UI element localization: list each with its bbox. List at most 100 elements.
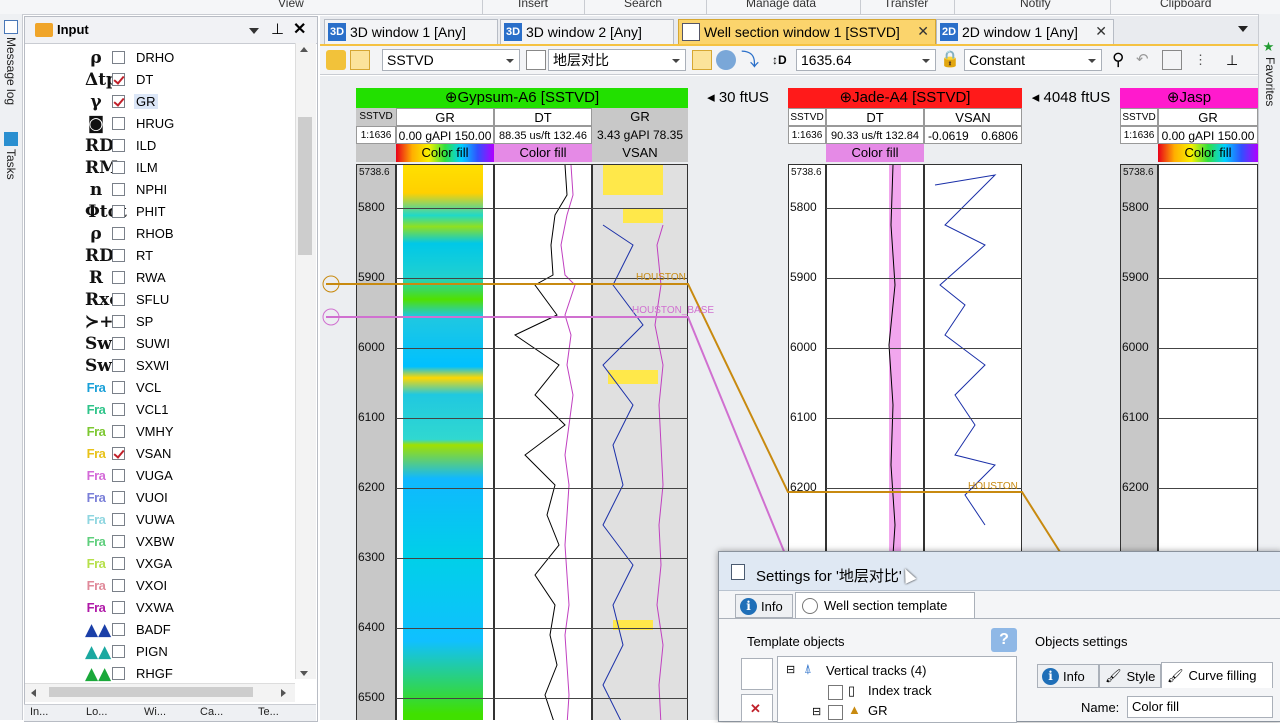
add-object-button[interactable]	[741, 658, 773, 690]
gear-icon[interactable]	[716, 50, 736, 70]
tab-2d-window-1[interactable]: 2D 2D window 1 [Any] ✕	[936, 19, 1114, 44]
tree-item-vmhy[interactable]: Fra VMHY	[25, 421, 295, 443]
tree-item-rt[interactable]: RD RT	[25, 245, 295, 267]
template-icon[interactable]	[526, 50, 546, 70]
visibility-checkbox[interactable]	[112, 315, 125, 328]
visibility-checkbox[interactable]	[112, 491, 125, 504]
visibility-checkbox[interactable]	[112, 359, 125, 372]
close-icon[interactable]: ✕	[1095, 23, 1107, 40]
scroll-down-icon[interactable]	[300, 671, 308, 676]
visibility-checkbox[interactable]	[112, 513, 125, 526]
dialog-title-bar[interactable]: Settings for '地层对比'	[719, 552, 1280, 591]
tree-item-gr[interactable]: GR	[868, 703, 888, 718]
visibility-checkbox[interactable]	[112, 645, 125, 658]
tasks-tab[interactable]: Tasks	[1, 132, 21, 180]
visibility-checkbox[interactable]	[112, 469, 125, 482]
scroll-left-icon[interactable]	[31, 689, 36, 697]
visibility-checkbox[interactable]	[112, 557, 125, 570]
more-options-icon[interactable]: ⋮	[1194, 50, 1214, 70]
visibility-checkbox[interactable]	[112, 161, 125, 174]
tree-item-ilm[interactable]: RM ILM	[25, 157, 295, 179]
tree-item-vuwa[interactable]: Fra VUWA	[25, 509, 295, 531]
index-track-checkbox[interactable]	[828, 685, 843, 700]
tree-item-rhgf[interactable]: ▲▲ RHGF	[25, 663, 295, 683]
tab-list-dropdown-icon[interactable]	[1238, 26, 1248, 32]
flatten-icon[interactable]: ⤵	[740, 50, 760, 70]
visibility-checkbox[interactable]	[112, 403, 125, 416]
tree-item-vsan[interactable]: Fra VSAN	[25, 443, 295, 465]
settings-tab-style[interactable]: 🖌 Style	[1099, 664, 1161, 688]
tab-3d-window-2[interactable]: 3D 3D window 2 [Any]	[500, 19, 674, 44]
pin-icon[interactable]: ⊥	[271, 20, 284, 38]
tree-item-rwa[interactable]: R RWA	[25, 267, 295, 289]
tree-item-vuga[interactable]: Fra VUGA	[25, 465, 295, 487]
bottom-tab-cases[interactable]: Ca...	[200, 706, 223, 718]
tree-item-vcl1[interactable]: Fra VCL1	[25, 399, 295, 421]
tree-item-suwi[interactable]: Sw SUWI	[25, 333, 295, 355]
depth-combo[interactable]: 1635.64	[796, 49, 936, 71]
visibility-checkbox[interactable]	[112, 667, 125, 680]
bottom-tab-log[interactable]: Lo...	[86, 706, 107, 718]
visibility-checkbox[interactable]	[112, 623, 125, 636]
tree-item-vxoi[interactable]: Fra VXOI	[25, 575, 295, 597]
visibility-checkbox[interactable]	[112, 95, 125, 108]
visibility-checkbox[interactable]	[112, 205, 125, 218]
visibility-checkbox[interactable]	[112, 73, 125, 86]
delete-object-button[interactable]: ✕	[741, 694, 773, 722]
visibility-checkbox[interactable]	[112, 447, 125, 460]
tree-item-drho[interactable]: ρ DRHO	[25, 47, 295, 69]
tree-item-sp[interactable]: ≻+ SP	[25, 311, 295, 333]
visibility-checkbox[interactable]	[112, 117, 125, 130]
panel-dropdown-icon[interactable]	[249, 28, 259, 34]
tree-item-vxbw[interactable]: Fra VXBW	[25, 531, 295, 553]
settings-tab-curve-filling[interactable]: 🖌 Curve filling	[1161, 662, 1273, 688]
close-icon[interactable]: ✕	[293, 19, 306, 39]
pan-hand-icon[interactable]	[326, 50, 346, 70]
print-icon[interactable]	[1162, 50, 1182, 70]
visibility-checkbox[interactable]	[112, 293, 125, 306]
visibility-checkbox[interactable]	[112, 579, 125, 592]
tree-item-sxwi[interactable]: Sw SXWI	[25, 355, 295, 377]
visibility-checkbox[interactable]	[112, 51, 125, 64]
tree-item-vxwa[interactable]: Fra VXWA	[25, 597, 295, 619]
settings-tab-info[interactable]: i Info	[1037, 664, 1099, 688]
scroll-up-icon[interactable]	[300, 47, 308, 52]
gr-checkbox[interactable]	[828, 705, 843, 720]
tab-3d-window-1[interactable]: 3D 3D window 1 [Any]	[324, 19, 498, 44]
lock-mode-combo[interactable]: Constant	[964, 49, 1102, 71]
bottom-tab-templates[interactable]: Te...	[258, 706, 279, 718]
tree-item-nphi[interactable]: n NPHI	[25, 179, 295, 201]
visibility-checkbox[interactable]	[112, 601, 125, 614]
collapse-icon[interactable]: ⊟	[786, 663, 795, 676]
visibility-checkbox[interactable]	[112, 139, 125, 152]
scroll-right-icon[interactable]	[281, 689, 286, 697]
tab-well-section-template[interactable]: Well section template	[795, 592, 975, 618]
select-arrow-icon[interactable]	[350, 50, 370, 70]
visibility-checkbox[interactable]	[112, 381, 125, 394]
pin-icon[interactable]: ⊥	[1226, 50, 1246, 70]
tab-info[interactable]: i Info	[735, 594, 793, 618]
visibility-checkbox[interactable]	[112, 227, 125, 240]
template-settings-icon[interactable]	[692, 50, 712, 70]
visibility-checkbox[interactable]	[112, 535, 125, 548]
search-icon[interactable]: ⚲	[1112, 50, 1132, 70]
visibility-checkbox[interactable]	[112, 183, 125, 196]
tree-item-pign[interactable]: ▲▲ PIGN	[25, 641, 295, 663]
tree-item-rhob[interactable]: ρ RHOB	[25, 223, 295, 245]
tree-item-ild[interactable]: RD ILD	[25, 135, 295, 157]
message-log-tab[interactable]: Message log	[1, 20, 21, 105]
visibility-checkbox[interactable]	[112, 271, 125, 284]
help-icon[interactable]: ?	[991, 628, 1017, 652]
tree-item-vertical-tracks[interactable]: Vertical tracks (4)	[826, 663, 926, 678]
tree-item-vuoi[interactable]: Fra VUOI	[25, 487, 295, 509]
visibility-checkbox[interactable]	[112, 425, 125, 438]
tree-item-hrug[interactable]: ◙ HRUG	[25, 113, 295, 135]
tree-item-gr[interactable]: γ GR	[25, 91, 295, 113]
tree-item-vxga[interactable]: Fra VXGA	[25, 553, 295, 575]
bottom-tab-input[interactable]: In...	[30, 706, 48, 718]
lock-icon[interactable]: 🔒	[940, 50, 960, 70]
visibility-checkbox[interactable]	[112, 249, 125, 262]
tab-well-section-window-1[interactable]: Well section window 1 [SSTVD] ✕	[678, 19, 936, 44]
tree-item-dt[interactable]: Δtp DT	[25, 69, 295, 91]
close-icon[interactable]: ✕	[917, 23, 929, 40]
